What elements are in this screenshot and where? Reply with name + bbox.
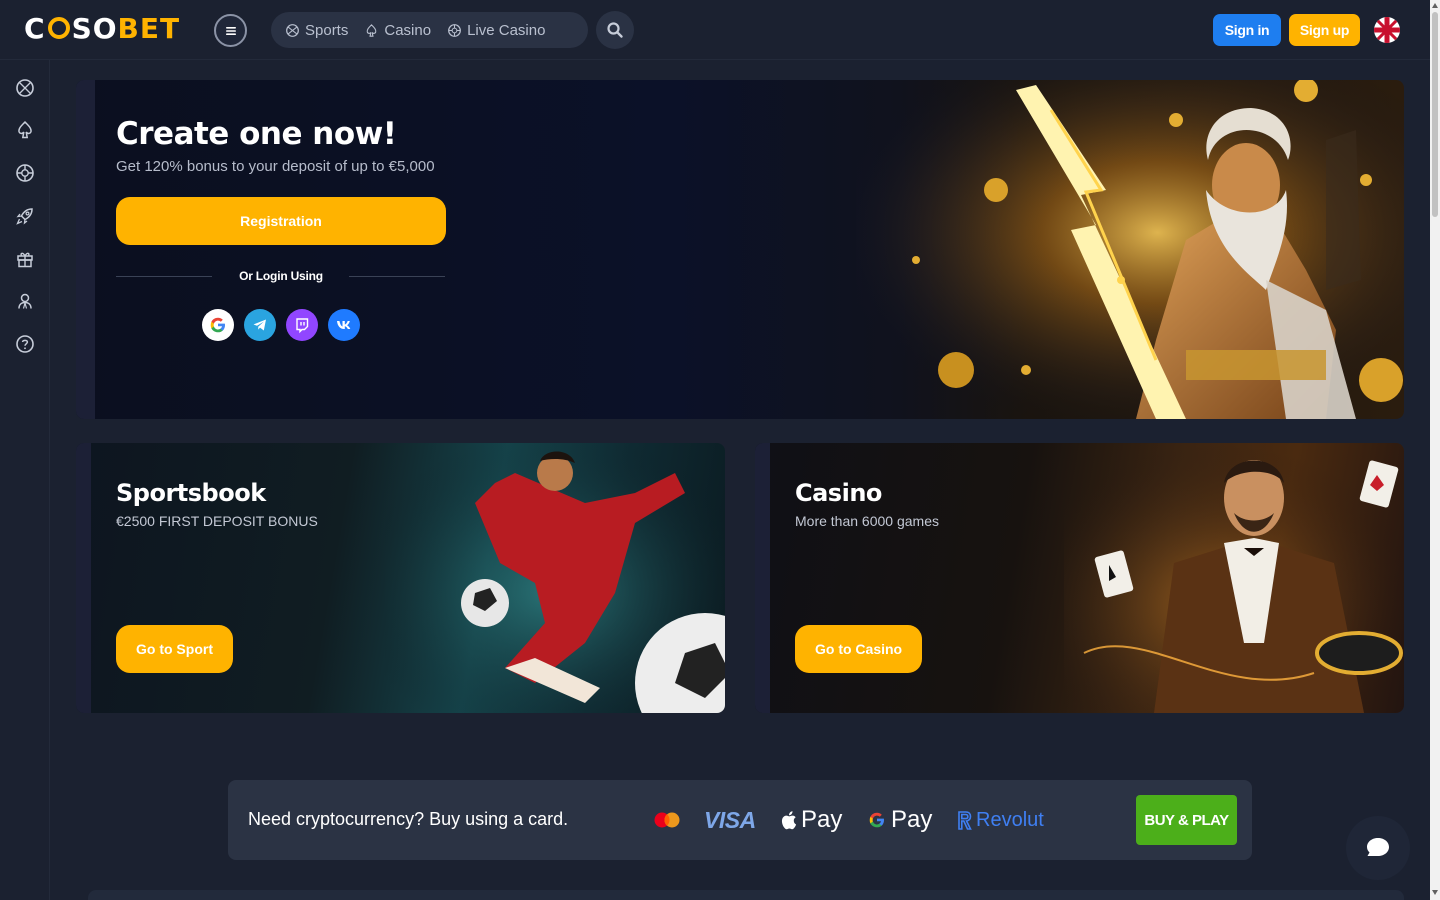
casino-card-stripe bbox=[755, 443, 770, 713]
revolut-logo: Revolut bbox=[956, 804, 1044, 836]
casino-card[interactable]: Casino More than 6000 games Go to Casino bbox=[755, 443, 1404, 713]
revolut-label: Revolut bbox=[976, 808, 1044, 831]
sidebar-item-promotions[interactable] bbox=[15, 249, 35, 269]
nav-casino[interactable]: Casino bbox=[364, 12, 445, 48]
telegram-login-button[interactable] bbox=[244, 309, 276, 341]
hero-title: Create one now! bbox=[116, 116, 397, 152]
sports-ball-icon bbox=[16, 79, 34, 97]
live-chat-button[interactable] bbox=[1346, 816, 1410, 880]
go-to-sport-button[interactable]: Go to Sport bbox=[116, 625, 233, 673]
sidebar-item-crash[interactable] bbox=[15, 206, 35, 226]
apple-pay-label: Pay bbox=[801, 806, 843, 833]
mastercard-icon bbox=[652, 804, 682, 836]
buy-and-play-button[interactable]: BUY & PLAY bbox=[1136, 795, 1237, 845]
login-divider-right bbox=[349, 276, 445, 277]
scroll-up-arrow-icon[interactable] bbox=[1432, 3, 1438, 8]
nav-sports[interactable]: Sports bbox=[285, 12, 362, 48]
vip-user-icon bbox=[18, 293, 32, 309]
sportsbook-card-stripe bbox=[76, 443, 91, 713]
casino-spade-icon bbox=[18, 120, 32, 139]
zeus-lightning-artwork bbox=[856, 80, 1404, 419]
login-divider-text: Or Login Using bbox=[239, 269, 323, 283]
google-pay-label: Pay bbox=[891, 806, 933, 833]
live-casino-icon bbox=[16, 164, 34, 182]
help-question-icon bbox=[16, 335, 34, 353]
go-to-casino-button[interactable]: Go to Casino bbox=[795, 625, 923, 673]
hamburger-menu-button[interactable] bbox=[214, 14, 247, 47]
twitch-login-button[interactable] bbox=[286, 309, 318, 341]
hero-side-stripe bbox=[76, 80, 95, 419]
registration-hero-banner: Create one now! Get 120% bonus to your d… bbox=[76, 80, 1404, 419]
search-button[interactable] bbox=[596, 11, 634, 49]
main-nav: Sports Casino Live Casino bbox=[271, 12, 588, 48]
visa-logo: VISA bbox=[704, 806, 756, 833]
football-player-artwork bbox=[385, 443, 725, 713]
registration-button[interactable]: Registration bbox=[116, 197, 446, 245]
scrollbar-thumb[interactable] bbox=[1432, 12, 1438, 217]
top-header: C SO BET Sports Casino Live Casino Sign … bbox=[0, 0, 1430, 60]
crash-rocket-icon bbox=[16, 208, 33, 225]
login-divider-left bbox=[116, 276, 212, 277]
soccer-ball-icon bbox=[286, 23, 299, 37]
google-pay-logo: Pay bbox=[868, 804, 932, 836]
sidebar-item-sports[interactable] bbox=[15, 78, 35, 98]
sign-up-button[interactable]: Sign up bbox=[1289, 14, 1360, 46]
logo-letters-bet: BET bbox=[117, 11, 181, 45]
sportsbook-subtitle: €2500 FIRST DEPOSIT BONUS bbox=[116, 513, 318, 529]
sidebar-item-live-casino[interactable] bbox=[15, 163, 35, 183]
apple-icon bbox=[781, 811, 797, 830]
chat-bubble-icon bbox=[1367, 838, 1389, 856]
sidebar-item-casino[interactable] bbox=[15, 120, 35, 140]
scroll-down-arrow-icon[interactable] bbox=[1432, 890, 1438, 895]
page-scrollbar[interactable] bbox=[1430, 0, 1440, 900]
sign-in-button[interactable]: Sign in bbox=[1213, 14, 1281, 46]
next-section-edge bbox=[88, 890, 1404, 900]
casino-subtitle: More than 6000 games bbox=[795, 513, 939, 529]
nav-sports-label: Sports bbox=[305, 21, 349, 39]
sidebar-item-help[interactable] bbox=[15, 334, 35, 354]
logo-spade-icon bbox=[47, 17, 70, 39]
sportsbook-title: Sportsbook bbox=[116, 479, 266, 507]
roulette-icon bbox=[448, 23, 461, 37]
telegram-icon bbox=[253, 319, 266, 331]
casobet-logo[interactable]: C SO BET bbox=[24, 11, 181, 45]
logo-letter-c: C bbox=[24, 11, 46, 45]
google-icon bbox=[210, 317, 225, 333]
promotions-gift-icon bbox=[17, 252, 33, 268]
apple-pay-logo: Pay bbox=[780, 804, 842, 836]
spade-icon bbox=[367, 23, 377, 37]
search-icon bbox=[607, 22, 623, 38]
vk-icon bbox=[337, 321, 351, 329]
nav-live-casino[interactable]: Live Casino bbox=[447, 12, 559, 48]
revolut-r-icon bbox=[958, 811, 972, 830]
buy-crypto-banner: Need cryptocurrency? Buy using a card. V… bbox=[228, 780, 1252, 860]
sportsbook-card[interactable]: Sportsbook €2500 FIRST DEPOSIT BONUS Go … bbox=[76, 443, 725, 713]
uk-flag-icon[interactable] bbox=[1374, 17, 1400, 43]
google-login-button[interactable] bbox=[202, 309, 234, 341]
left-sidebar bbox=[0, 60, 50, 900]
hero-subtitle: Get 120% bonus to your deposit of up to … bbox=[116, 158, 435, 175]
vk-login-button[interactable] bbox=[328, 309, 360, 341]
nav-casino-label: Casino bbox=[384, 21, 432, 39]
logo-letters-so: SO bbox=[71, 11, 118, 45]
twitch-icon bbox=[296, 318, 309, 334]
hamburger-icon bbox=[225, 26, 236, 35]
buy-crypto-text: Need cryptocurrency? Buy using a card. bbox=[248, 809, 569, 829]
google-g-icon bbox=[869, 812, 884, 828]
sidebar-item-vip[interactable] bbox=[15, 291, 35, 311]
nav-live-casino-label: Live Casino bbox=[467, 21, 546, 39]
casino-dealer-artwork bbox=[1064, 443, 1404, 713]
casino-title: Casino bbox=[795, 479, 882, 507]
